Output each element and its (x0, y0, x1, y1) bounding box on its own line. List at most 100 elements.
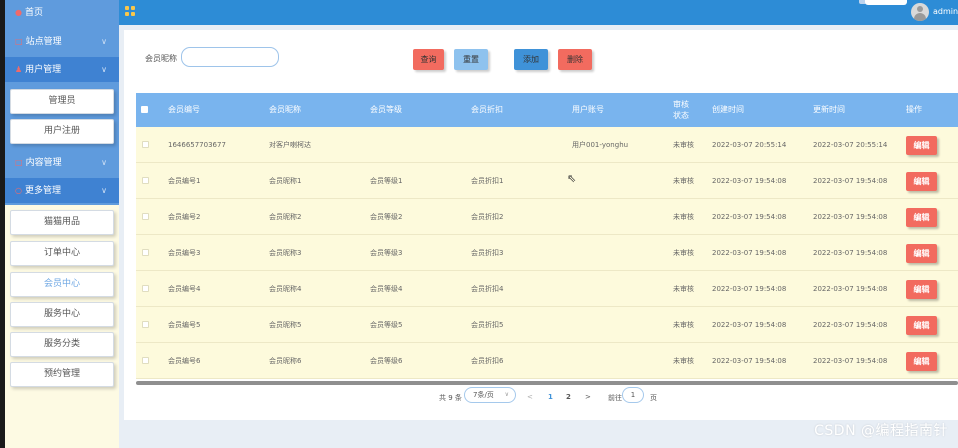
column-header: 操作 (906, 105, 922, 114)
edit-button[interactable]: 编辑 (906, 172, 937, 191)
table-cell: 未审核 (673, 177, 694, 185)
username[interactable]: admin (933, 7, 958, 16)
sidebar-sub-orders[interactable]: 订单中心 (10, 241, 114, 266)
row-checkbox[interactable] (142, 321, 149, 328)
row-checkbox[interactable] (142, 177, 149, 184)
table-cell: 会员昵称6 (269, 357, 302, 365)
row-checkbox[interactable] (142, 141, 149, 148)
table-row: 1646657703677 对客户喇柯达 用户001-yonghu 未审核 2022-0… (136, 127, 958, 163)
pagination: 共 9 条 7条/页 ∨ < 1 2 > 前往 1 页 (124, 387, 958, 407)
column-header[interactable]: 审核状态 (673, 93, 691, 127)
row-checkbox[interactable] (142, 249, 149, 256)
sidebar-sub-admins[interactable]: 管理员 (10, 89, 114, 114)
sidebar-sub-services[interactable]: 服务中心 (10, 302, 114, 327)
page-number[interactable]: 2 (566, 393, 571, 401)
table-cell: 2022-03-07 19:54:08 (712, 285, 787, 293)
sidebar-item-site[interactable]: □ 站点管理 ∨ (5, 29, 119, 54)
grid-menu-icon[interactable] (125, 6, 135, 16)
nickname-search-input[interactable] (181, 47, 279, 67)
table-cell: 会员昵称4 (269, 285, 302, 293)
column-header[interactable]: 会员折扣 (471, 93, 503, 127)
column-header[interactable]: 会员编号 (168, 93, 200, 127)
table-cell: 2022-03-07 19:54:08 (813, 321, 888, 329)
sidebar-item-content[interactable]: □ 内容管理 ∨ (5, 150, 119, 175)
table-cell: 未审核 (673, 357, 694, 365)
page-size-value: 7条/页 (473, 391, 494, 399)
table-cell: 会员折扣4 (471, 285, 504, 293)
edit-button[interactable]: 编辑 (906, 244, 937, 263)
table-cell: 未审核 (673, 321, 694, 329)
column-header[interactable]: 用户账号 (572, 93, 604, 127)
column-header[interactable]: 会员昵称 (269, 93, 301, 127)
table-cell: 2022-03-07 20:55:14 (813, 141, 888, 149)
row-checkbox[interactable] (142, 285, 149, 292)
page-size-select[interactable]: 7条/页 ∨ (464, 387, 516, 403)
edit-button[interactable]: 编辑 (906, 352, 937, 371)
table-cell: 2022-03-07 19:54:08 (712, 213, 787, 221)
table-cell: 会员等级1 (370, 177, 403, 185)
site-icon: □ (15, 37, 23, 46)
table-cell: 未审核 (673, 141, 694, 149)
table-cell: 会员折扣1 (471, 177, 504, 185)
table-cell: 会员编号5 (168, 321, 201, 329)
sidebar-sub-members[interactable]: 会员中心 (10, 272, 114, 297)
table-header: 会员编号 会员昵称 会员等级 会员折扣 用户账号 审核状态 创建时间 更新时间 … (136, 93, 958, 127)
edit-button[interactable]: 编辑 (906, 208, 937, 227)
sidebar-item-home[interactable]: ● 首页 (5, 0, 119, 25)
table-cell: 会员折扣3 (471, 249, 504, 257)
row-checkbox[interactable] (142, 213, 149, 220)
table-cell: 未审核 (673, 285, 694, 293)
next-page-button[interactable]: > (585, 393, 591, 401)
table-row: 会员编号5 会员昵称5 会员等级5 会员折扣5 未审核 2022-03-07 19:54:… (136, 307, 958, 343)
add-button[interactable]: 添加 (514, 49, 548, 70)
horizontal-scrollbar[interactable] (136, 381, 958, 385)
table-cell: 会员昵称3 (269, 249, 302, 257)
table-cell: 会员等级3 (370, 249, 403, 257)
table-cell: 2022-03-07 19:54:08 (712, 321, 787, 329)
row-checkbox[interactable] (142, 357, 149, 364)
edit-button[interactable]: 编辑 (906, 280, 937, 299)
delete-button[interactable]: 删除 (558, 49, 592, 70)
chevron-down-icon: ∨ (101, 37, 107, 46)
prev-page-button[interactable]: < (527, 393, 533, 401)
table-cell: 2022-03-07 19:54:08 (712, 357, 787, 365)
column-header[interactable]: 会员等级 (370, 93, 402, 127)
table-cell: 用户001-yonghu (572, 141, 629, 149)
page-unit-label: 页 (650, 394, 657, 402)
sidebar-sub-register[interactable]: 用户注册 (10, 119, 114, 144)
sidebar-label: 用户管理 (25, 65, 62, 75)
query-button[interactable]: 查询 (413, 49, 444, 70)
chevron-down-icon: ∨ (101, 65, 107, 74)
user-tooltip (865, 0, 907, 5)
sidebar-sub-service-category[interactable]: 服务分类 (10, 332, 114, 357)
content-panel: 会员昵称 查询 重置 添加 删除 会员编号 会员昵称 会员等级 会员折扣 用户账… (124, 30, 958, 420)
page-jump-input[interactable]: 1 (622, 387, 644, 403)
more-icon: ○ (15, 186, 22, 195)
table-row: 会员编号4 会员昵称4 会员等级4 会员折扣4 未审核 2022-03-07 19:54:… (136, 271, 958, 307)
table-cell: 会员折扣2 (471, 213, 504, 221)
sidebar-item-more[interactable]: ○ 更多管理 ∨ (5, 178, 119, 203)
sidebar-sub-appointments[interactable]: 预约管理 (10, 362, 114, 387)
avatar[interactable] (911, 3, 929, 21)
search-label: 会员昵称 (145, 54, 177, 63)
sidebar: ● 首页 □ 站点管理 ∨ ♟ 用户管理 ∨ □ 内容管理 ∨ ○ 更多管理 ∨ 管理员 … (5, 0, 119, 448)
table-cell: 会员昵称5 (269, 321, 302, 329)
table-cell: 1646657703677 (168, 141, 226, 149)
page-number[interactable]: 1 (548, 393, 553, 401)
table-cell: 会员等级6 (370, 357, 403, 365)
reset-button[interactable]: 重置 (454, 49, 488, 70)
sidebar-item-users[interactable]: ♟ 用户管理 ∨ (5, 57, 119, 82)
table-cell: 会员昵称2 (269, 213, 302, 221)
edit-button[interactable]: 编辑 (906, 136, 937, 155)
table-cell: 会员等级2 (370, 213, 403, 221)
table-row: 会员编号1 会员昵称1 会员等级1 会员折扣1 未审核 2022-03-07 19:54:… (136, 163, 958, 199)
home-icon: ● (15, 8, 22, 17)
select-all-checkbox[interactable] (141, 106, 148, 113)
top-bar: admin (119, 0, 958, 25)
table-cell: 2022-03-07 20:55:14 (712, 141, 787, 149)
edit-button[interactable]: 编辑 (906, 316, 937, 335)
sidebar-sub-cat-supplies[interactable]: 猫猫用品 (10, 210, 114, 235)
sidebar-label: 更多管理 (24, 186, 61, 196)
column-header[interactable]: 创建时间 (712, 93, 744, 127)
column-header[interactable]: 更新时间 (813, 93, 845, 127)
